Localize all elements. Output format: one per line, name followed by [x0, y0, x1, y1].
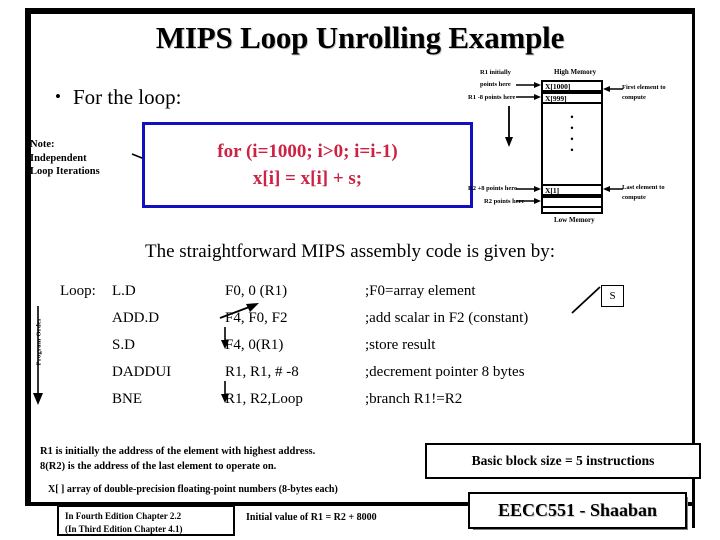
asm-comment-2: ;store result [365, 337, 436, 353]
asm-comment-4: ;branch R1!=R2 [365, 391, 463, 407]
memory-cell-x999: X[999] [541, 92, 603, 104]
first-element-label-2: compute [622, 94, 646, 101]
memory-vertical-ellipsis-icon: • • • • [570, 112, 574, 155]
asm-comment-0: ;F0=array element [365, 283, 476, 299]
loop-source-code-box: for (i=1000; i>0; i=i-1) x[i] = x[i] + s… [142, 122, 473, 208]
asm-label-0: Loop: [60, 283, 96, 299]
asm-args-4: R1, R2,Loop [225, 391, 303, 407]
dependency-arrow-daddui-to-bne-icon [221, 381, 229, 403]
basic-block-size-box: Basic block size = 5 instructions [425, 443, 701, 479]
dependency-arrow-addd-to-sd-icon [221, 327, 229, 349]
asm-op-0: L.D [112, 283, 136, 299]
r1-initially-label: R1 initially [480, 69, 511, 76]
edition-line-1: In Fourth Edition Chapter 2.2 [65, 511, 182, 521]
course-tag: EECC551 - Shaaban [468, 492, 687, 529]
note-independent-iterations: Note: Independent Loop Iterations [30, 138, 100, 179]
asm-args-3: R1, R1, # -8 [225, 364, 299, 380]
note-line-3: Loop Iterations [30, 166, 100, 177]
asm-op-3: DADDUI [112, 364, 172, 380]
memory-left-arrows-icon [516, 82, 541, 204]
last-element-label-1: Last element to [622, 184, 665, 191]
memory-cell-x1000: X[1000] [541, 80, 603, 92]
note-line-1: Note: [30, 139, 55, 150]
page-title: MIPS Loop Unrolling Example [155, 20, 565, 55]
bullet-loop-label: For the loop: [72, 85, 182, 109]
note-line-2: Independent [30, 152, 87, 164]
footer-notes: R1 is initially the address of the eleme… [40, 444, 460, 474]
bullet-for-the-loop: • For the loop: [55, 85, 181, 110]
memory-downward-arrow-icon [505, 106, 513, 147]
table-row: DADDUI R1, R1, # -8 ;decrement pointer 8… [60, 364, 680, 391]
asm-comment-3: ;decrement pointer 8 bytes [365, 364, 525, 380]
initial-value-note: Initial value of R1 = R2 + 8000 [246, 512, 377, 523]
table-row: BNE R1, R2,Loop ;branch R1!=R2 [60, 391, 680, 418]
memory-cell-x1: X[1] [541, 184, 603, 196]
footer-note-array: X[ ] array of double-precision floating-… [48, 484, 338, 495]
footer-note-line-2: 8(R2) is the address of the last element… [40, 461, 277, 472]
assembly-heading: The straightforward MIPS assembly code i… [144, 241, 555, 262]
loop-code-line-1: for (i=1000; i>0; i=i-1) [217, 141, 398, 162]
first-element-label-1: First element to [622, 84, 666, 91]
asm-op-4: BNE [112, 391, 142, 407]
footer-note-line-1: R1 is initially the address of the eleme… [40, 446, 316, 457]
dependency-arrow-ld-to-addd-icon [219, 303, 259, 319]
slide-border-top [25, 8, 695, 14]
asm-op-2: S.D [112, 337, 135, 353]
asm-op-1: ADD.D [112, 310, 160, 326]
scalar-pointer-line-icon [571, 286, 601, 314]
high-memory-label: High Memory [554, 68, 597, 76]
r1-minus8-label: R1 -8 points here [468, 94, 516, 101]
r1-points-here-label: points here [480, 81, 511, 88]
scalar-s-box: S [601, 285, 624, 307]
loop-code-line-2: x[i] = x[i] + s; [252, 168, 363, 189]
memory-layout-diagram: High Memory X[1000] X[999] X[1] • • • • R1 … [468, 66, 695, 231]
table-row: S.D F4, 0(R1) ;store result [60, 337, 680, 364]
bullet-marker-icon: • [55, 87, 61, 106]
program-order-indicator: Program Order [27, 306, 49, 406]
slide-canvas: MIPS Loop Unrolling Example • For the loo… [0, 0, 720, 540]
asm-args-0: F0, 0 (R1) [225, 283, 288, 299]
last-element-label-2: compute [622, 194, 646, 201]
edition-line-2: (In Third Edition Chapter 4.1) [65, 524, 183, 534]
low-memory-label: Low Memory [554, 216, 595, 224]
asm-comment-1: ;add scalar in F2 (constant) [365, 310, 529, 326]
memory-cell-empty [541, 196, 603, 208]
asm-args-2: F4, 0(R1) [225, 337, 284, 353]
edition-reference-box: In Fourth Edition Chapter 2.2 (In Third … [57, 505, 235, 536]
r2-plus8-label: R2 +8 points here [468, 185, 517, 192]
program-order-label: Program Order [35, 317, 43, 366]
